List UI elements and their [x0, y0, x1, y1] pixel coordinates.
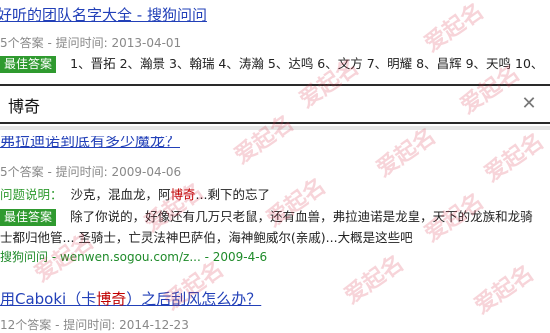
- result-3-title-keyword: 博奇: [96, 290, 127, 308]
- result-1-title[interactable]: 好听的团队名字大全 - 搜狗问问: [0, 4, 207, 25]
- watermark: 爱起名: [470, 260, 539, 320]
- result-2-title[interactable]: 弗拉迪诺到底有多少魔龙？: [0, 136, 180, 151]
- watermark: 爱起名: [340, 250, 409, 310]
- close-icon[interactable]: ✕: [518, 93, 540, 115]
- watermark: 爱起名: [480, 128, 549, 188]
- result-1-meta: 5个答案 - 提问时间: 2013-04-01: [0, 36, 182, 50]
- result-3-title[interactable]: 用Caboki（卡博奇）之后刮风怎么办？: [0, 288, 261, 309]
- best-answer-badge: 最佳答案: [0, 209, 57, 226]
- scroll-track: [0, 126, 550, 130]
- watermark: 爱起名: [420, 0, 489, 58]
- result-1-best-answer: 最佳答案 1、晋拓 2、瀚景 3、翰瑞 4、涛瀚 5、达鸣 6、文方 7、明耀 …: [0, 53, 543, 73]
- result-3-title-post: ）之后刮风怎么办？: [126, 290, 262, 308]
- result-3-title-pre: 用Caboki（卡: [0, 290, 97, 308]
- result-1-snippet: 1、晋拓 2、瀚景 3、翰瑞 4、涛瀚 5、达鸣 6、文方 7、明耀 8、昌辉 …: [70, 56, 544, 71]
- question-text-pre: 沙克，混血龙，阿: [70, 187, 171, 202]
- search-box: ✕: [0, 84, 550, 124]
- result-2-answer-line-1: 除了你说的，好像还有几万只老鼠，还有血兽，弗拉迪诺是龙皇，天下的龙族和龙骑: [70, 209, 533, 224]
- result-2-source[interactable]: 搜狗问问 - wenwen.sogou.com/z... - 2009-4-6: [0, 248, 267, 265]
- question-label: 问题说明：: [0, 187, 63, 202]
- result-2-question: 问题说明： 沙克，混血龙，阿博奇...剩下的忘了: [0, 184, 270, 203]
- best-answer-badge: 最佳答案: [0, 56, 57, 73]
- result-2-answer-line-2: 士都归他管... 圣骑士，亡灵法神巴萨伯，海神鲍威尔(亲戚)...大概是这些吧: [0, 230, 413, 245]
- question-text-post: ...剩下的忘了: [195, 187, 270, 202]
- result-2-best-answer: 最佳答案 除了你说的，好像还有几万只老鼠，还有血兽，弗拉迪诺是龙皇，天下的龙族和…: [0, 206, 533, 226]
- result-2-meta: 5个答案 - 提问时间: 2009-04-06: [0, 165, 182, 179]
- question-keyword: 博奇: [170, 187, 196, 202]
- search-input[interactable]: [8, 93, 498, 117]
